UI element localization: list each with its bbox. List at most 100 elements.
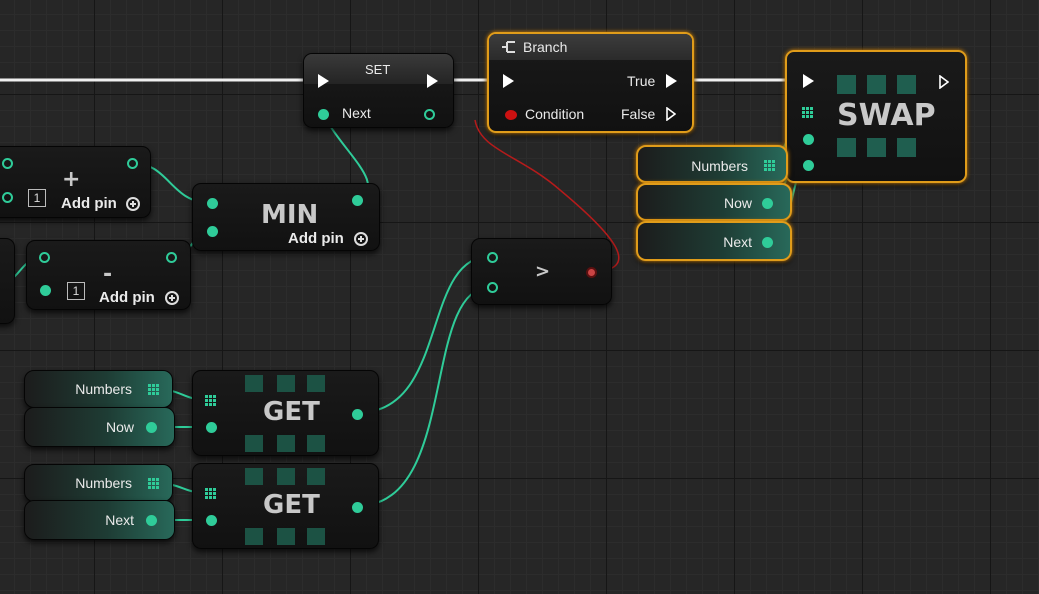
var-label: Next — [723, 234, 752, 250]
subtract-symbol: - — [103, 262, 113, 287]
add-output-pin[interactable] — [127, 158, 138, 169]
add-input-a-pin[interactable] — [2, 158, 13, 169]
swap-deco-square — [867, 75, 886, 94]
min-input-b-pin[interactable] — [207, 226, 218, 237]
branch-icon — [502, 41, 515, 53]
var-output-pin[interactable] — [762, 237, 773, 248]
set-exec-in-pin[interactable] — [318, 74, 329, 88]
set-next-output-pin[interactable] — [424, 109, 435, 120]
get-deco-square — [307, 468, 325, 485]
get-deco-square — [277, 375, 295, 392]
get-deco-square — [277, 468, 295, 485]
swap-array-input-pin[interactable] — [802, 107, 814, 119]
var-label: Numbers — [75, 475, 132, 491]
min-node[interactable]: MIN Add pin — [192, 183, 380, 251]
branch-condition-pin[interactable] — [505, 110, 517, 120]
get1-output-pin[interactable] — [352, 409, 363, 420]
var-label: Now — [105, 419, 134, 435]
add-add-pin-label: Add pin — [61, 195, 117, 212]
subtract-default-value-field[interactable]: 1 — [67, 282, 85, 300]
add-symbol: + — [62, 167, 81, 192]
branch-node[interactable]: Branch True Condition False — [487, 32, 694, 133]
get-deco-square — [307, 528, 325, 545]
get1-array-input-pin[interactable] — [205, 395, 217, 407]
array-grid-icon[interactable] — [148, 384, 160, 396]
swap-index-b-pin[interactable] — [803, 160, 814, 171]
array-grid-icon[interactable] — [764, 160, 776, 172]
get2-output-pin[interactable] — [352, 502, 363, 513]
get-deco-square — [245, 375, 263, 392]
add-pin-icon[interactable] — [354, 232, 368, 246]
var-output-pin[interactable] — [146, 515, 157, 526]
add-input-b-pin[interactable] — [2, 192, 13, 203]
min-node-title: MIN — [261, 200, 319, 230]
set-node[interactable]: SET Next — [303, 53, 454, 128]
branch-node-title: Branch — [523, 39, 568, 55]
var-label: Numbers — [75, 381, 132, 397]
get2-array-input-pin[interactable] — [205, 488, 217, 500]
branch-true-label: True — [627, 73, 656, 89]
set-next-input-pin[interactable] — [318, 109, 329, 120]
swap-index-a-pin[interactable] — [803, 134, 814, 145]
compare-input-a-pin[interactable] — [487, 252, 498, 263]
min-output-pin[interactable] — [352, 195, 363, 206]
branch-condition-label: Condition — [525, 106, 585, 122]
add-default-value-field[interactable]: 1 — [28, 189, 46, 207]
min-input-a-pin[interactable] — [207, 198, 218, 209]
swap-var-next[interactable]: Next — [636, 221, 792, 261]
subtract-add-pin-label: Add pin — [99, 289, 155, 306]
subtract-output-pin[interactable] — [166, 252, 177, 263]
add-node[interactable]: 1 + Add pin — [0, 146, 151, 218]
swap-node[interactable]: SWAP — [785, 50, 967, 183]
subtract-input-a-pin[interactable] — [39, 252, 50, 263]
get-deco-square — [245, 528, 263, 545]
get1-node[interactable]: GET — [192, 370, 379, 456]
swap-deco-square — [867, 138, 886, 157]
get2-index-input-pin[interactable] — [206, 515, 217, 526]
set-next-label: Next — [342, 105, 371, 121]
array-grid-icon[interactable] — [148, 478, 160, 490]
get1-index-input-pin[interactable] — [206, 422, 217, 433]
swap-exec-out-pin[interactable] — [939, 75, 949, 89]
compare-symbol: > — [535, 261, 551, 282]
var-output-pin[interactable] — [146, 422, 157, 433]
get1-array-var[interactable]: Numbers — [24, 370, 173, 408]
compare-output-pin[interactable] — [586, 267, 597, 278]
get-deco-square — [277, 435, 295, 452]
get-deco-square — [307, 435, 325, 452]
set-node-title: SET — [365, 62, 391, 77]
get2-node[interactable]: GET — [192, 463, 379, 549]
branch-true-exec-pin[interactable] — [666, 74, 677, 88]
get2-index-var[interactable]: Next — [24, 500, 175, 540]
swap-deco-square — [837, 75, 856, 94]
branch-false-exec-pin[interactable] — [666, 107, 676, 121]
compare-input-b-pin[interactable] — [487, 282, 498, 293]
get1-node-title: GET — [263, 397, 320, 427]
add-pin-icon[interactable] — [126, 197, 140, 211]
var-label: Now — [723, 195, 752, 211]
offscreen-node[interactable] — [0, 238, 15, 324]
var-output-pin[interactable] — [762, 198, 773, 209]
swap-deco-square — [897, 138, 916, 157]
get-deco-square — [245, 468, 263, 485]
branch-exec-in-pin[interactable] — [503, 74, 514, 88]
compare-node[interactable]: > — [471, 238, 612, 305]
swap-deco-square — [837, 138, 856, 157]
get-deco-square — [277, 528, 295, 545]
get2-node-title: GET — [263, 490, 320, 520]
get2-array-var[interactable]: Numbers — [24, 464, 173, 502]
swap-var-numbers[interactable]: Numbers — [636, 145, 788, 183]
set-exec-out-pin[interactable] — [427, 74, 438, 88]
subtract-node[interactable]: 1 - Add pin — [26, 240, 191, 310]
get1-index-var[interactable]: Now — [24, 407, 175, 447]
get-deco-square — [245, 435, 263, 452]
get-deco-square — [307, 375, 325, 392]
branch-node-header — [489, 34, 692, 60]
swap-exec-in-pin[interactable] — [803, 74, 814, 88]
branch-false-label: False — [621, 106, 656, 122]
var-label: Numbers — [691, 158, 748, 174]
add-pin-icon[interactable] — [165, 291, 179, 305]
swap-node-title: SWAP — [837, 98, 936, 133]
swap-var-now[interactable]: Now — [636, 183, 792, 221]
subtract-input-b-pin[interactable] — [40, 285, 51, 296]
